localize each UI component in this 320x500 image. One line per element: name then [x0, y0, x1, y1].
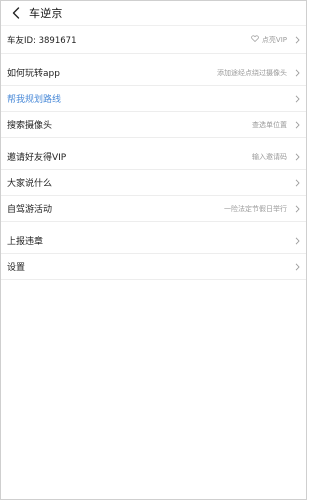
- page-title: 车逆京: [29, 7, 63, 20]
- menu-item-label: 邀请好友得VIP: [7, 153, 67, 163]
- vip-label: 点亮VIP: [261, 35, 287, 44]
- chevron-right-icon: [294, 35, 300, 45]
- menu-item-label: 帮我规划路线: [7, 95, 62, 105]
- chevron-right-icon: [294, 94, 300, 104]
- app-frame: 车逆京 车友ID: 3891671 点亮VIP 如何玩转app 添加途经点绕过摄…: [0, 0, 307, 500]
- menu-item-label: 搜索摄像头: [7, 121, 53, 131]
- profile-row[interactable]: 车友ID: 3891671 点亮VIP: [1, 26, 306, 54]
- menu-item-label: 大家说什么: [7, 179, 53, 189]
- menu-item-label: 自驾游活动: [7, 205, 53, 215]
- menu-item-label: 如何玩转app: [7, 69, 60, 79]
- menu-item-value: [290, 236, 300, 246]
- menu-item-value: 添加途经点绕过摄像头: [217, 68, 300, 78]
- menu-item-value-text: 添加途经点绕过摄像头: [217, 68, 287, 77]
- menu-item-value: [290, 262, 300, 272]
- menu-item-report-violation[interactable]: 上报违章: [1, 228, 306, 254]
- menu-item-invite-friends[interactable]: 邀请好友得VIP 输入邀请码: [1, 144, 306, 170]
- menu-item-label: 设置: [7, 263, 26, 273]
- navigation-bar: 车逆京: [1, 1, 306, 26]
- menu-item-value: 输入邀请码: [252, 152, 300, 162]
- chevron-right-icon: [294, 204, 300, 214]
- menu-item-settings[interactable]: 设置: [1, 254, 306, 280]
- menu-item-label: 上报违章: [7, 237, 44, 247]
- chevron-right-icon: [294, 68, 300, 78]
- back-button[interactable]: [9, 4, 23, 22]
- menu-item-plan-route[interactable]: 帮我规划路线: [1, 86, 306, 112]
- menu-item-search-camera[interactable]: 搜索摄像头 查选单位置: [1, 112, 306, 138]
- chevron-right-icon: [294, 236, 300, 246]
- menu-item-value-text: 一险法定节假日举行: [224, 204, 287, 213]
- chevron-right-icon: [294, 262, 300, 272]
- menu-item-value-text: 输入邀请码: [252, 152, 287, 161]
- menu-item-how-to-use[interactable]: 如何玩转app 添加途经点绕过摄像头: [1, 60, 306, 86]
- menu-item-value-text: 查选单位置: [252, 120, 287, 129]
- chevron-right-icon: [294, 152, 300, 162]
- menu-item-community[interactable]: 大家说什么: [1, 170, 306, 196]
- menu-item-value: [290, 94, 300, 104]
- menu-item-value: [290, 178, 300, 188]
- vip-button[interactable]: 点亮VIP: [251, 35, 300, 45]
- chevron-right-icon: [294, 178, 300, 188]
- chevron-right-icon: [294, 120, 300, 130]
- user-id-label: 车友ID: 3891671: [7, 35, 77, 46]
- chevron-left-icon: [12, 7, 20, 19]
- menu-item-value: 一险法定节假日举行: [224, 204, 300, 214]
- heart-icon: [251, 35, 259, 44]
- menu-item-value: 查选单位置: [252, 120, 300, 130]
- menu-item-road-trip[interactable]: 自驾游活动 一险法定节假日举行: [1, 196, 306, 222]
